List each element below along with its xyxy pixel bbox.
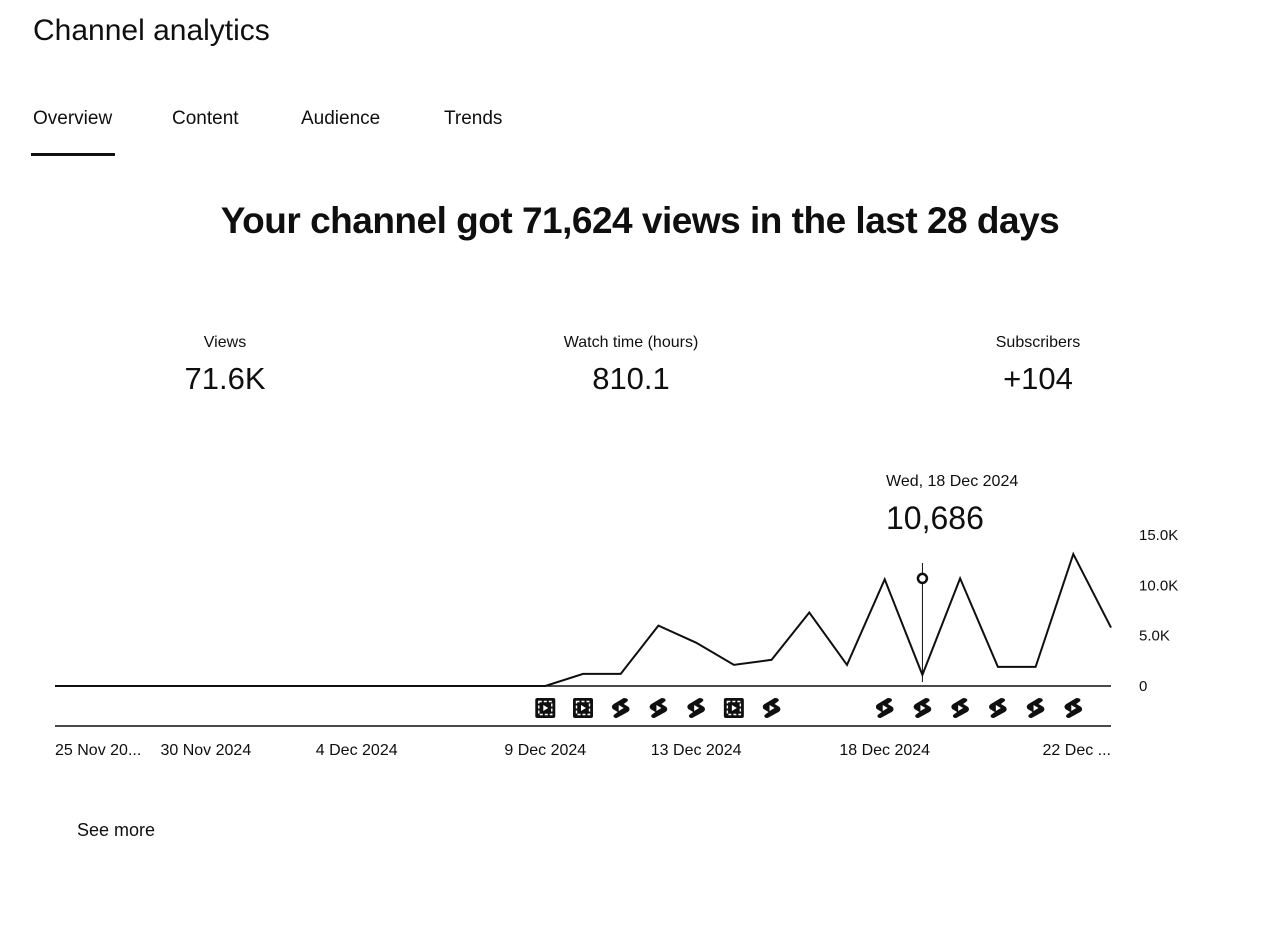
tab-content[interactable]: Content <box>172 108 239 130</box>
shorts-icon[interactable] <box>951 698 969 718</box>
views-chart[interactable]: Wed, 18 Dec 2024 10,686 05.0K10.0K15.0K … <box>0 440 1280 780</box>
shorts-icon[interactable] <box>1026 698 1045 718</box>
tab-audience[interactable]: Audience <box>301 108 380 130</box>
data-point[interactable] <box>996 665 1000 669</box>
views-series-line <box>55 551 1112 687</box>
metric-views-label: Views <box>203 334 247 351</box>
shorts-icon[interactable] <box>875 698 894 718</box>
chart-tooltip: Wed, 18 Dec 2024 10,686 <box>886 473 1018 536</box>
data-point[interactable] <box>1109 626 1113 630</box>
metric-subscribers-label: Subscribers <box>995 334 1081 351</box>
data-point[interactable] <box>91 684 95 688</box>
data-point[interactable] <box>1071 552 1075 556</box>
headline: Your channel got 71,624 views in the las… <box>220 200 1060 241</box>
y-tick-label: 5.0K <box>1139 628 1170 645</box>
data-point[interactable] <box>204 684 208 688</box>
data-point[interactable] <box>355 684 359 688</box>
data-point[interactable] <box>770 658 774 662</box>
data-point[interactable] <box>392 684 396 688</box>
y-tick-label: 15.0K <box>1139 527 1178 544</box>
data-point[interactable] <box>468 684 472 688</box>
data-point[interactable] <box>807 611 811 615</box>
metric-subscribers[interactable]: Subscribers +104 <box>958 333 1118 397</box>
shorts-icon[interactable] <box>1064 698 1083 718</box>
x-tick-label: 4 Dec 2024 <box>316 742 398 759</box>
playlist-video-icon[interactable] <box>573 698 593 718</box>
shorts-icon[interactable] <box>762 698 781 718</box>
data-point[interactable] <box>279 684 283 688</box>
metric-subscribers-value: +104 <box>1003 361 1073 396</box>
data-point[interactable] <box>656 624 660 628</box>
data-point[interactable] <box>958 576 962 580</box>
tab-trends[interactable]: Trends <box>444 108 502 130</box>
shorts-icon[interactable] <box>611 698 630 718</box>
tooltip-value: 10,686 <box>886 500 984 536</box>
shorts-icon[interactable] <box>913 698 932 718</box>
y-tick-label: 10.0K <box>1139 577 1178 594</box>
metric-watch-time[interactable]: Watch time (hours) 810.1 <box>531 333 731 397</box>
metric-views[interactable]: Views 71.6K <box>145 333 305 397</box>
x-tick-label: 22 Dec ... <box>1043 742 1111 759</box>
data-point[interactable] <box>242 684 246 688</box>
playlist-video-icon[interactable] <box>535 698 556 718</box>
shorts-icon[interactable] <box>687 698 705 718</box>
data-point[interactable] <box>166 684 170 688</box>
data-point[interactable] <box>581 672 585 676</box>
see-more-button[interactable]: See more <box>77 820 155 841</box>
metric-views-value: 71.6K <box>184 361 266 396</box>
playlist-video-icon[interactable] <box>723 698 744 718</box>
data-point[interactable] <box>128 684 132 688</box>
metric-watch-time-label: Watch time (hours) <box>563 334 699 351</box>
x-tick-label: 30 Nov 2024 <box>160 742 251 759</box>
data-point[interactable] <box>430 684 434 688</box>
data-point[interactable] <box>883 577 887 581</box>
shorts-icon[interactable] <box>649 698 668 718</box>
x-tick-label: 18 Dec 2024 <box>839 742 930 759</box>
data-point[interactable] <box>845 663 849 667</box>
data-point[interactable] <box>543 684 547 688</box>
x-tick-label: 25 Nov 20... <box>55 742 141 759</box>
shorts-icon[interactable] <box>989 698 1007 718</box>
data-point[interactable] <box>317 684 321 688</box>
data-point[interactable] <box>694 641 698 645</box>
metric-watch-time-value: 810.1 <box>592 361 670 396</box>
page-title: Channel analytics <box>33 14 270 47</box>
data-point[interactable] <box>506 684 510 688</box>
tab-overview[interactable]: Overview <box>33 108 112 130</box>
y-tick-label: 0 <box>1139 678 1147 695</box>
tab-selected-indicator <box>31 153 115 156</box>
data-point[interactable] <box>619 672 623 676</box>
data-point[interactable] <box>1034 665 1038 669</box>
data-point[interactable] <box>732 663 736 667</box>
x-tick-label: 13 Dec 2024 <box>651 742 742 759</box>
hover-point <box>916 572 929 585</box>
tooltip-date: Wed, 18 Dec 2024 <box>886 473 1018 490</box>
data-point[interactable] <box>53 684 57 688</box>
x-tick-label: 9 Dec 2024 <box>504 742 586 759</box>
